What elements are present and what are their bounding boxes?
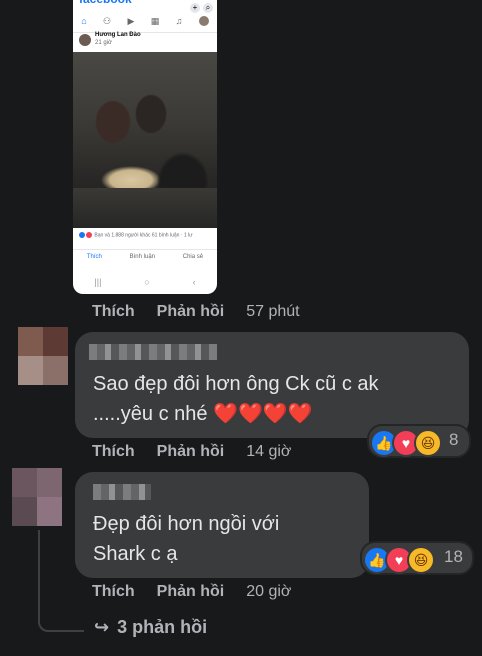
post-comment-button: Bình luận (129, 254, 155, 260)
post-action-bar: Thích Bình luận Chia sẻ (73, 249, 217, 268)
post-author-name: Hương Lan Đào (95, 32, 141, 38)
comment-time[interactable]: 20 giờ (246, 583, 291, 600)
like-button[interactable]: Thích (92, 303, 135, 320)
post-like-button: Thích (86, 254, 102, 260)
reply-arrow-icon: ↪ (94, 617, 110, 637)
like-button[interactable]: Thích (92, 583, 135, 600)
comment-author-name[interactable] (93, 484, 151, 500)
recents-icon: ||| (94, 277, 102, 287)
avatar[interactable] (18, 327, 68, 385)
post-screenshot-image: facebook +⌕ ⌂ ⚇ ▶ ▦ ♫ Hương Lan Đào 21 g… (73, 0, 217, 294)
comment-author-name[interactable] (89, 344, 217, 360)
bell-icon: ♫ (175, 16, 183, 26)
home-icon: ⌂ (81, 16, 87, 26)
comment-bubble: Đẹp đôi hơn ngồi với Shark c ạ (75, 472, 369, 578)
home-circle-icon: ○ (144, 277, 150, 287)
video-icon: ▶ (127, 15, 135, 26)
marketplace-icon: ▦ (150, 15, 160, 26)
comment-bubble: Sao đẹp đôi hơn ông Ck cũ c ak .....yêu … (75, 332, 469, 438)
comment-text-line: .....yêu c nhé ❤️❤️❤️❤️ (93, 403, 313, 425)
comment-text-line: Đẹp đôi hơn ngồi với (93, 513, 280, 535)
haha-reaction-icon: 😆 (414, 429, 442, 457)
facebook-nav: ⌂ ⚇ ▶ ▦ ♫ (73, 12, 217, 30)
comment-time[interactable]: 57 phút (246, 303, 299, 320)
post-reactions-summary: Bạn và 1.888 người khác 61 bình luận · 1… (79, 232, 192, 238)
reaction-count: 18 (444, 547, 463, 566)
post-photo (73, 52, 217, 228)
reaction-summary[interactable]: 👍 ♥ 😆 18 (360, 541, 474, 575)
comment-text-line: Shark c ạ (93, 543, 178, 565)
comment-time[interactable]: 14 giờ (246, 443, 291, 460)
avatar[interactable] (12, 468, 62, 526)
profile-avatar (198, 16, 209, 26)
like-reaction-icon (79, 232, 85, 238)
facebook-top-bar: facebook +⌕ ⌂ ⚇ ▶ ▦ ♫ (73, 0, 217, 33)
post-author-avatar (79, 34, 91, 46)
reaction-summary[interactable]: 👍 ♥ 😆 8 (367, 424, 471, 458)
back-icon: ‹ (192, 277, 196, 287)
reaction-count: 8 (449, 430, 459, 449)
reply-button[interactable]: Phản hồi (157, 443, 225, 460)
reply-button[interactable]: Phản hồi (157, 303, 225, 320)
android-nav-bar: ||| ○ ‹ (73, 274, 217, 290)
comment-actions: Thích Phản hồi 20 giờ (92, 583, 313, 601)
comment-actions: Thích Phản hồi 57 phút (92, 303, 322, 321)
comment-actions: Thích Phản hồi 14 giờ (92, 443, 313, 461)
comment-text-line: Sao đẹp đôi hơn ông Ck cũ c ak (93, 373, 379, 395)
post-share-button: Chia sẻ (182, 254, 204, 260)
friends-icon: ⚇ (103, 15, 112, 26)
view-replies-link[interactable]: ↪ 3 phản hồi (94, 617, 207, 638)
haha-reaction-icon: 😆 (407, 546, 435, 574)
facebook-logo: facebook (79, 0, 132, 6)
post-header: Hương Lan Đào 21 giờ (79, 32, 215, 50)
view-replies-label: 3 phản hồi (117, 617, 208, 637)
love-reaction-icon (86, 232, 92, 238)
reply-button[interactable]: Phản hồi (157, 583, 225, 600)
like-button[interactable]: Thích (92, 443, 135, 460)
post-time: 21 giờ (95, 40, 112, 46)
